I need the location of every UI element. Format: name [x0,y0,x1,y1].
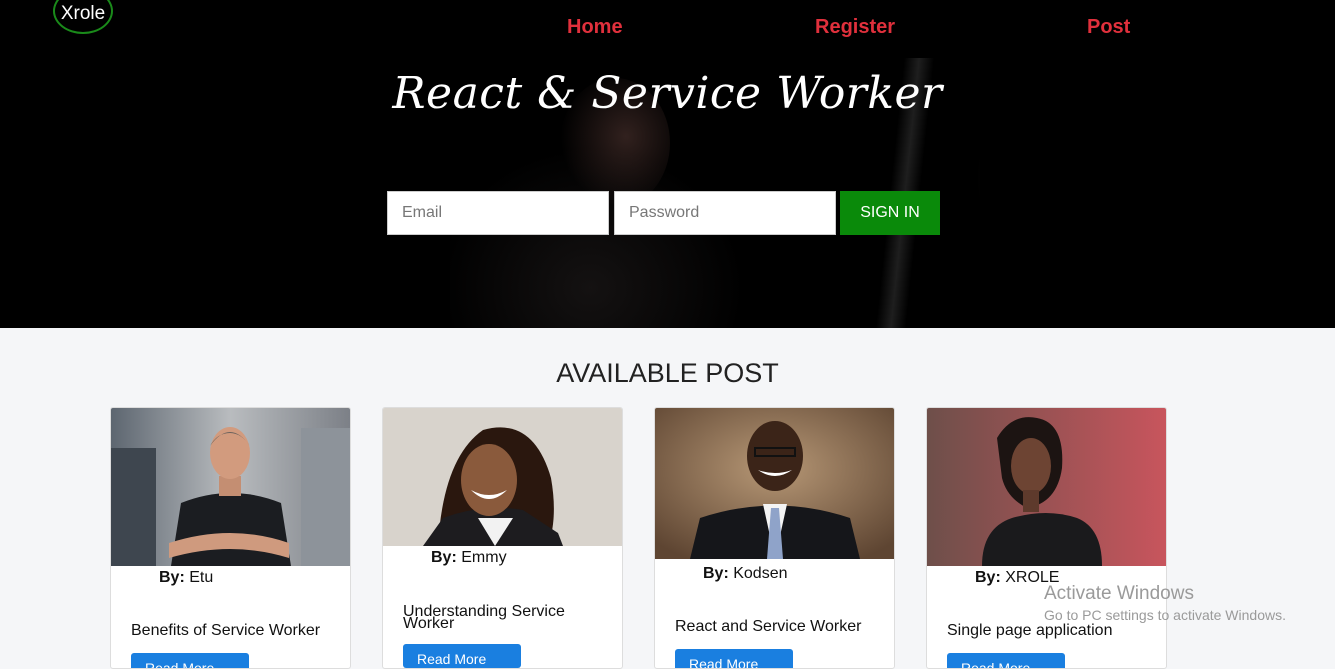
author-photo [111,408,350,566]
post-title: Understanding Service Worker [403,603,565,632]
post-card: By: XROLE Single page application Read M… [926,407,1167,669]
post-card: By: Kodsen React and Service Worker Read… [654,407,895,669]
hero-title: React & Service Worker [392,68,943,119]
email-input[interactable] [387,191,609,235]
read-more-button[interactable]: Read More [947,653,1065,668]
post-author: By: Kodsen [703,565,788,582]
post-author: By: Etu [159,569,214,586]
post-title: Single page application [947,622,1113,639]
nav-home-link[interactable]: Home [567,16,623,39]
post-author: By: Emmy [431,549,507,566]
read-more-button[interactable]: Read More [131,653,249,668]
author-photo [927,408,1166,566]
post-card: By: Etu Benefits of Service Worker Read … [110,407,351,669]
windows-activation-watermark: Activate Windows Go to PC settings to ac… [1044,583,1286,623]
read-more-button[interactable]: Read More [675,649,793,668]
nav-register-link[interactable]: Register [815,16,895,39]
post-card: By: Emmy Understanding Service Worker Re… [382,407,623,669]
sign-in-button[interactable]: SIGN IN [840,191,940,235]
hero-banner: Xrole Home Register Post React & Service… [0,0,1335,328]
watermark-title: Activate Windows [1044,583,1194,604]
author-photo [655,408,894,559]
post-title: React and Service Worker [675,618,862,635]
xrole-logo[interactable]: Xrole [53,0,113,34]
nav-post-link[interactable]: Post [1087,16,1130,39]
watermark-subtitle: Go to PC settings to activate Windows. [1044,607,1286,623]
read-more-button[interactable]: Read More [403,644,521,668]
section-title: AVAILABLE POST [556,358,779,388]
password-input[interactable] [614,191,836,235]
post-title: Benefits of Service Worker [131,622,321,639]
author-photo [383,408,622,546]
